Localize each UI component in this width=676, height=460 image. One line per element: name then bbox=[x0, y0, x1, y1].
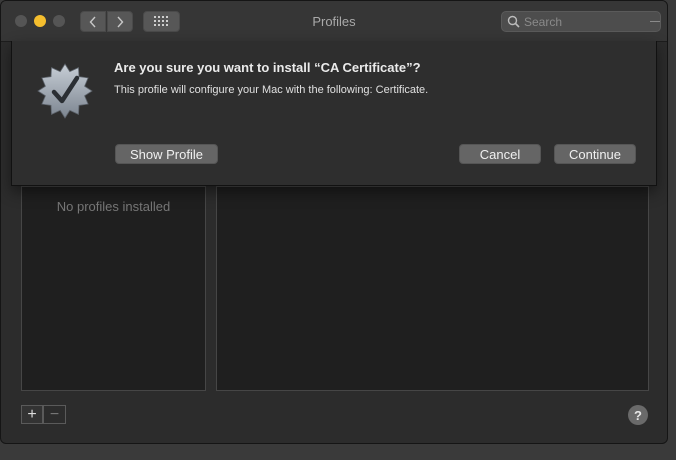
titlebar: Profiles bbox=[1, 1, 667, 42]
profile-detail-pane bbox=[216, 186, 649, 391]
sheet-heading: Are you sure you want to install “CA Cer… bbox=[114, 60, 421, 75]
continue-button[interactable]: Continue bbox=[554, 144, 636, 164]
search-icon bbox=[507, 15, 520, 28]
cancel-button[interactable]: Cancel bbox=[459, 144, 541, 164]
empty-list-message: No profiles installed bbox=[56, 199, 171, 214]
add-profile-button[interactable]: + bbox=[21, 405, 43, 424]
show-profile-button[interactable]: Show Profile bbox=[115, 144, 218, 164]
search-clear-mark bbox=[650, 21, 660, 22]
sheet-message: This profile will configure your Mac wit… bbox=[114, 84, 429, 96]
profiles-list[interactable]: No profiles installed bbox=[21, 186, 206, 391]
search-input[interactable] bbox=[524, 14, 644, 29]
remove-profile-button[interactable]: − bbox=[43, 405, 66, 424]
install-confirmation-sheet: Are you sure you want to install “CA Cer… bbox=[11, 41, 657, 186]
search-field[interactable] bbox=[501, 11, 661, 32]
help-icon[interactable]: ? bbox=[628, 405, 648, 425]
verified-badge-icon bbox=[37, 63, 93, 119]
